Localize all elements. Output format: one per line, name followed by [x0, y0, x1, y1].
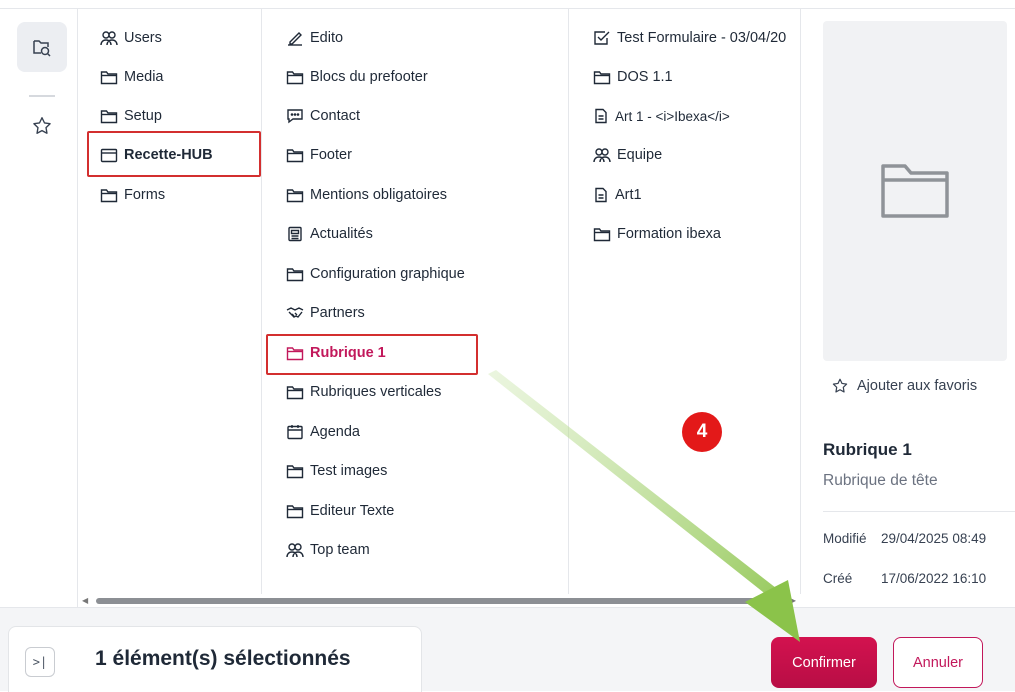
- preview-title: Rubrique 1: [823, 440, 912, 459]
- calendar-icon: [287, 425, 303, 440]
- top-border: [0, 0, 1015, 9]
- document-icon: [595, 108, 607, 124]
- list-item-rubriques-verticales[interactable]: Rubriques verticales: [286, 374, 441, 410]
- list-item-formation-ibexa[interactable]: Formation ibexa: [593, 216, 721, 252]
- folder-icon: [286, 188, 304, 202]
- newspaper-icon: [288, 226, 302, 242]
- list-item-agenda[interactable]: Agenda: [286, 414, 360, 450]
- add-to-favorites[interactable]: Ajouter aux favoris: [831, 377, 977, 395]
- preview-subtitle: Rubrique de tête: [823, 472, 938, 489]
- left-rail: [0, 9, 78, 607]
- users-icon: [100, 31, 118, 46]
- highlight-recette-hub: [87, 131, 261, 177]
- list-item-users[interactable]: Users: [100, 20, 162, 56]
- highlight-rubrique-1: [266, 334, 478, 375]
- list-item-top-team[interactable]: Top team: [286, 532, 370, 568]
- bookmarks-button[interactable]: [17, 101, 67, 151]
- selection-count: 1 élément(s) sélectionnés: [95, 647, 351, 670]
- folder-icon: [286, 70, 304, 84]
- folder-icon: [286, 504, 304, 518]
- handshake-icon: [286, 307, 304, 318]
- preview-thumbnail: [823, 21, 1007, 361]
- users-icon: [593, 148, 611, 163]
- pen-icon: [288, 32, 302, 46]
- favorite-label: Ajouter aux favoris: [857, 378, 978, 394]
- expand-icon: >|: [32, 655, 48, 669]
- list-item-forms[interactable]: Forms: [100, 177, 165, 213]
- horizontal-scrollbar[interactable]: ◀ ▶: [78, 594, 800, 607]
- users-icon: [286, 543, 304, 558]
- list-item-setup[interactable]: Setup: [100, 98, 162, 134]
- list-item-partners[interactable]: Partners: [286, 295, 365, 331]
- folder-icon: [593, 70, 611, 84]
- list-item-test-images[interactable]: Test images: [286, 453, 387, 489]
- list-item-configuration-graphique[interactable]: Configuration graphique: [286, 256, 465, 292]
- step-badge: 4: [682, 412, 722, 452]
- confirm-button[interactable]: Confirmer: [771, 637, 877, 688]
- column-3: Test Formulaire - 03/04/20 DOS 1.1 Art 1…: [569, 9, 801, 594]
- created-label: Créé: [823, 571, 853, 586]
- rail-separator: [29, 95, 55, 97]
- list-item-art1[interactable]: Art1: [593, 177, 642, 213]
- folder-icon: [881, 164, 949, 218]
- star-icon: [832, 378, 848, 393]
- expand-panel-button[interactable]: >|: [25, 647, 55, 677]
- browse-button[interactable]: [17, 22, 67, 72]
- list-item-art-1-ibexa[interactable]: Art 1 - <i>Ibexa</i>: [593, 98, 730, 134]
- list-item-blocs-prefooter[interactable]: Blocs du prefooter: [286, 59, 428, 95]
- folder-icon: [100, 188, 118, 202]
- folder-icon: [593, 227, 611, 241]
- folder-icon: [286, 148, 304, 162]
- folder-icon: [100, 70, 118, 84]
- preview-panel: Ajouter aux favoris Rubrique 1 Rubrique …: [801, 9, 1015, 607]
- folder-icon: [286, 267, 304, 281]
- list-item-editeur-texte[interactable]: Editeur Texte: [286, 493, 394, 529]
- scroll-left-icon[interactable]: ◀: [82, 596, 88, 605]
- chat-icon: [287, 109, 303, 124]
- created-row: Créé 17/06/2022 16:10: [823, 571, 986, 586]
- column-1: Users Media Setup Recette-HUB Forms: [78, 9, 262, 594]
- folder-icon: [100, 109, 118, 123]
- list-item-mentions-obligatoires[interactable]: Mentions obligatoires: [286, 177, 447, 213]
- selection-summary: >| 1 élément(s) sélectionnés: [8, 626, 422, 692]
- column-2: Edito Blocs du prefooter Contact Footer …: [262, 9, 569, 594]
- list-item-footer[interactable]: Footer: [286, 137, 352, 173]
- checkbox-icon: [594, 31, 610, 45]
- preview-divider: [823, 511, 1015, 512]
- list-item-equipe[interactable]: Equipe: [593, 137, 662, 173]
- footer-bar: >| 1 élément(s) sélectionnés Confirmer A…: [0, 607, 1015, 692]
- list-item-media[interactable]: Media: [100, 59, 164, 95]
- list-item-actualites[interactable]: Actualités: [286, 216, 373, 252]
- star-icon: [33, 117, 51, 134]
- list-item-dos-1-1[interactable]: DOS 1.1: [593, 59, 673, 95]
- list-item-edito[interactable]: Edito: [286, 20, 343, 56]
- modified-row: Modifié 29/04/2025 08:49: [823, 531, 986, 546]
- document-icon: [595, 187, 607, 203]
- scrollbar-thumb[interactable]: [96, 598, 756, 604]
- list-item-contact[interactable]: Contact: [286, 98, 360, 134]
- cancel-button[interactable]: Annuler: [893, 637, 983, 688]
- folder-icon: [286, 385, 304, 399]
- folder-icon: [286, 464, 304, 478]
- folder-search-icon: [33, 40, 51, 57]
- scroll-right-icon[interactable]: ▶: [790, 596, 796, 605]
- list-item-test-formulaire[interactable]: Test Formulaire - 03/04/20: [593, 20, 786, 56]
- modified-label: Modifié: [823, 531, 867, 546]
- modified-value: 29/04/2025 08:49: [881, 531, 987, 546]
- created-value: 17/06/2022 16:10: [881, 571, 987, 586]
